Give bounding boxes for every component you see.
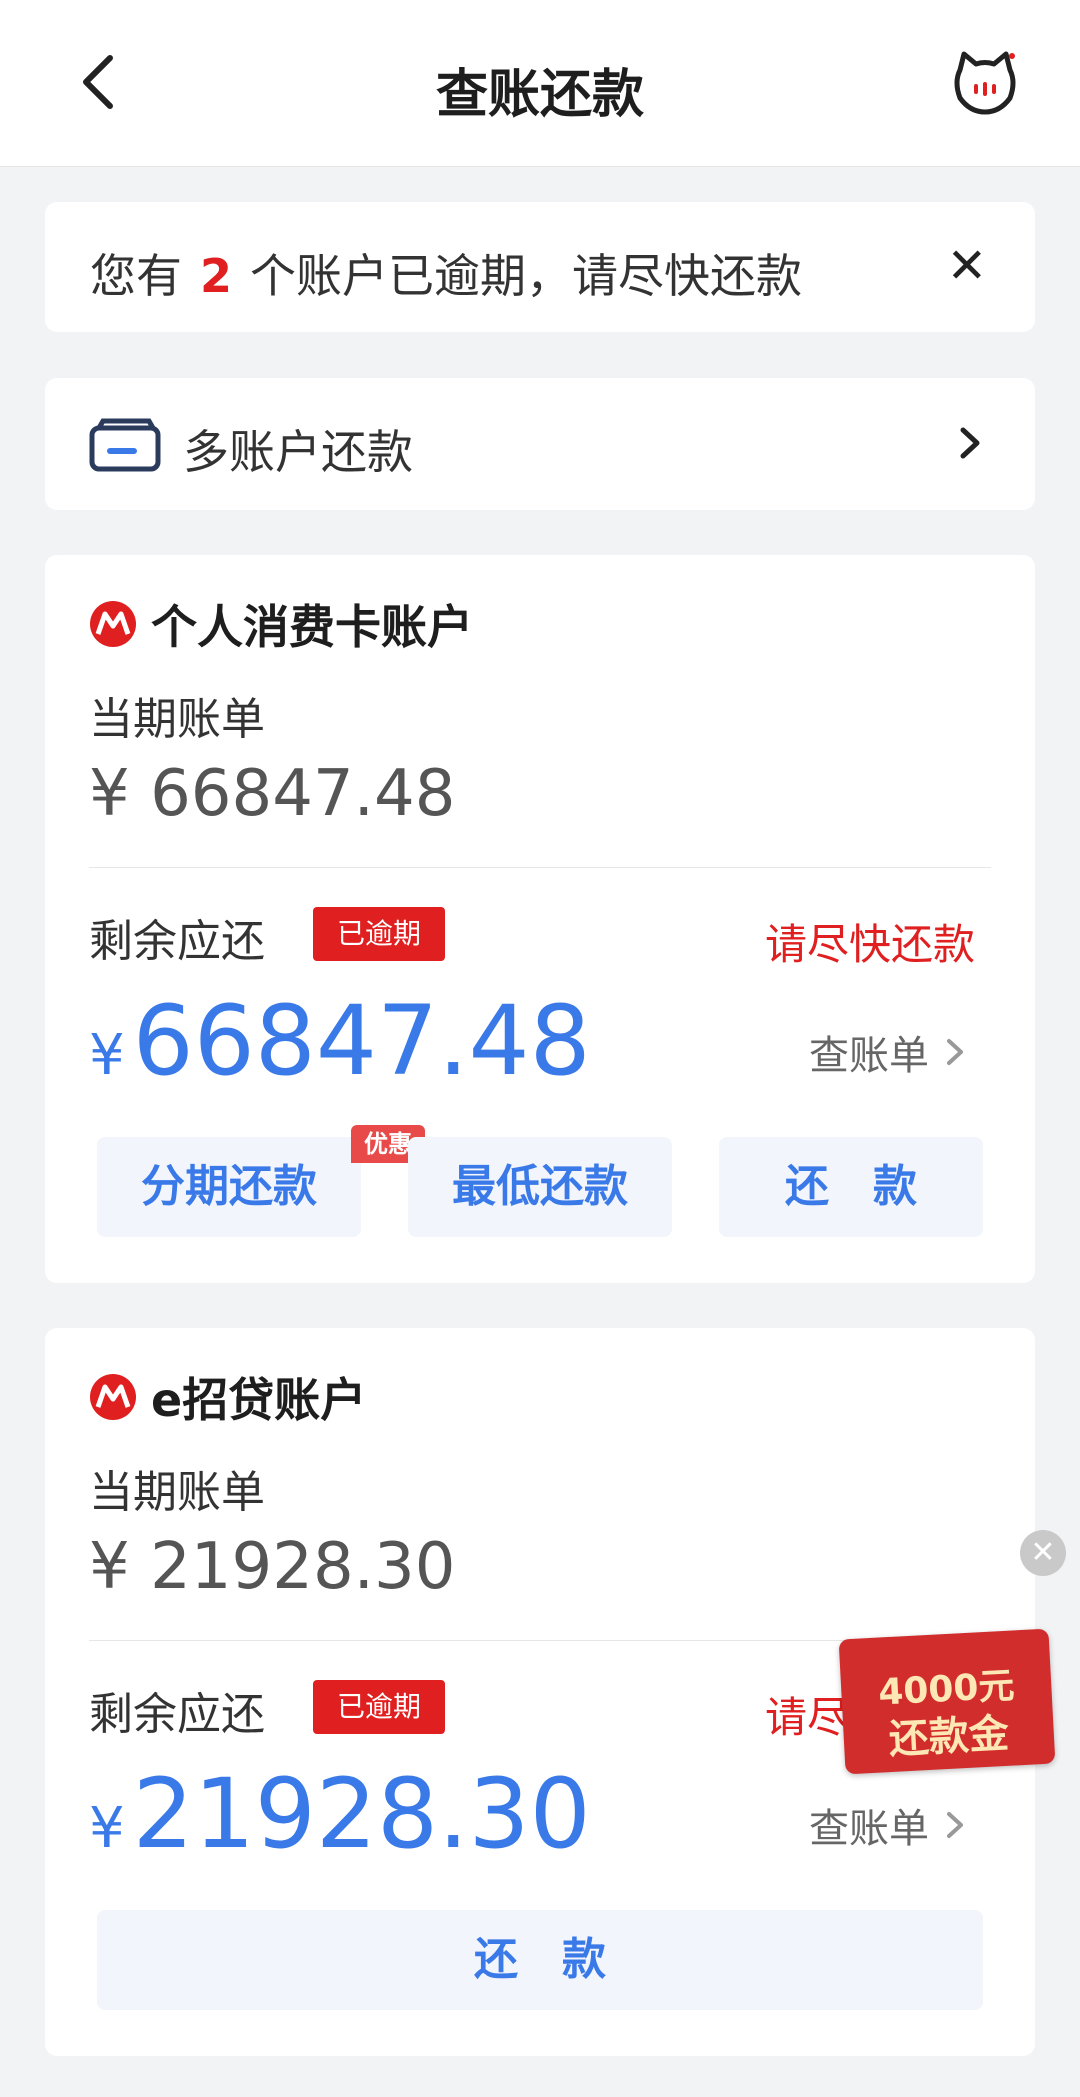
current-bill-amount: ¥ 66847.48 [89,757,456,831]
current-bill-label: 当期账单 [89,1467,265,1518]
multi-account-label: 多账户还款 [183,425,413,479]
view-bill-link[interactable]: 查账单 [809,1023,965,1081]
bank-logo-icon [90,601,136,647]
remaining-amount-value: 21928.30 [132,1758,591,1870]
card-icon [89,418,161,472]
overdue-count: 2 [200,249,233,303]
overdue-notice-text: 您有 2 个账户已逾期，请尽快还款 [90,249,803,303]
overdue-notice: 您有 2 个账户已逾期，请尽快还款 ✕ [45,202,1035,332]
chevron-right-icon [947,1039,963,1065]
remaining-label: 剩余应还 [89,1689,265,1740]
view-bill-label: 查账单 [809,1033,929,1079]
repayment-bonus-promo[interactable]: 4000元 还款金 [820,1624,1070,1784]
bank-logo-icon [90,1374,136,1420]
installment-repay-button[interactable]: 分期还款 优惠 [97,1125,425,1237]
remaining-label: 剩余应还 [89,916,265,967]
repay-button[interactable]: 还 款 [719,1137,983,1237]
overdue-badge: 已逾期 [313,1680,445,1734]
promo-scroll: 4000元 还款金 [838,1628,1056,1775]
urge-text: 请尽快还款 [764,920,975,969]
view-bill-link[interactable]: 查账单 [809,1796,965,1854]
close-notice-icon[interactable]: ✕ [947,238,987,294]
chevron-right-icon [960,427,980,459]
multi-account-repay[interactable]: 多账户还款 [45,378,1035,510]
remaining-amount: ¥66847.48 [89,985,591,1097]
remaining-amount: ¥21928.30 [89,1758,591,1870]
chevron-right-icon [947,1812,963,1838]
account-name: 个人消费卡账户 [151,600,473,654]
overdue-badge: 已逾期 [313,907,445,961]
view-bill-label: 查账单 [809,1806,929,1852]
repay-button[interactable]: 还 款 [97,1910,983,2010]
close-promo-icon[interactable]: ✕ [1020,1530,1066,1576]
account-header: 个人消费卡账户 [89,591,473,657]
top-bar: 查账还款 [0,0,1080,167]
remaining-amount-value: 66847.48 [132,985,591,1097]
currency-symbol: ¥ [89,1796,125,1861]
divider [89,867,991,868]
account-header: e招贷账户 [89,1364,366,1430]
minimum-repay-button[interactable]: 最低还款 [408,1137,672,1237]
current-bill-label: 当期账单 [89,694,265,745]
currency-symbol: ¥ [89,1023,125,1088]
promo-title: 还款金 [887,1710,1010,1764]
assistant-robot-icon[interactable] [950,48,1020,118]
current-bill-amount: ¥ 21928.30 [89,1530,456,1604]
page-title: 查账还款 [435,65,644,125]
account-name: e招贷账户 [151,1373,367,1427]
account-card-consumer: 个人消费卡账户 当期账单 ¥ 66847.48 剩余应还 已逾期 请尽快还款 ¥… [45,555,1035,1283]
